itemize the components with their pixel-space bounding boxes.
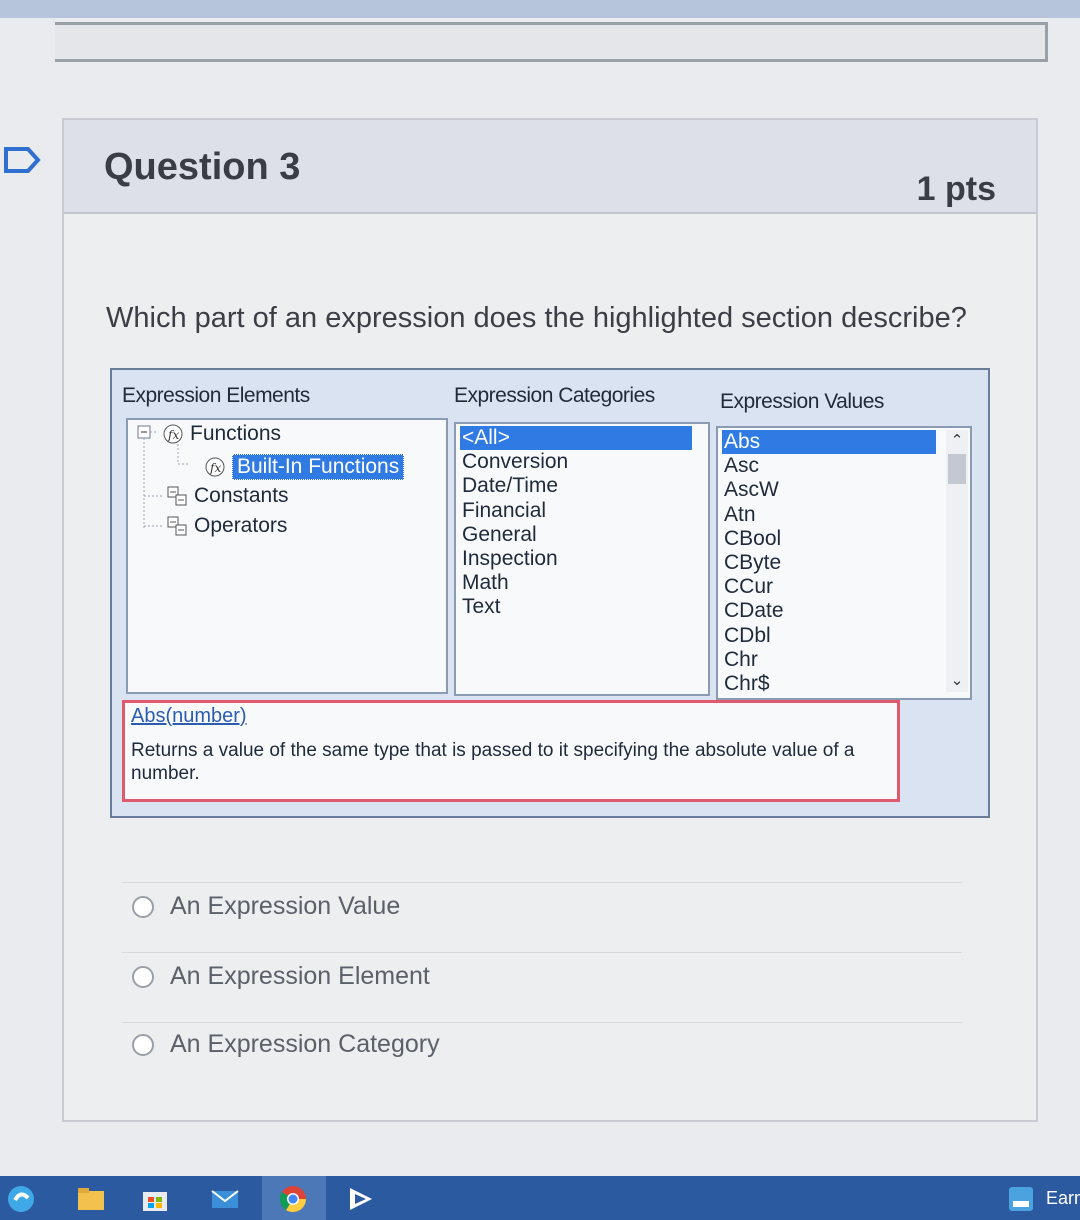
edge-icon[interactable] [6,1184,36,1214]
mail-icon[interactable] [210,1184,240,1214]
file-explorer-icon[interactable] [76,1184,106,1214]
category-item[interactable]: Math [460,571,692,595]
tree-node-icon [167,486,187,506]
radio-button[interactable] [132,895,154,918]
expression-categories-label: Expression Categories [454,384,655,407]
bookmark-flag-icon[interactable] [2,146,42,174]
answer-option-expression-value[interactable]: An Expression Value [132,892,400,921]
tree-item-label-selected: Built-In Functions [232,454,405,480]
value-item[interactable]: Atn [722,503,936,527]
value-item[interactable]: AscW [722,478,936,502]
radio-button[interactable] [132,965,154,988]
chevron-up-icon[interactable]: ⌃ [946,430,968,452]
value-item[interactable]: CCur [722,575,936,599]
function-description: Returns a value of the same type that is… [131,740,855,784]
category-item[interactable]: General [460,523,692,547]
category-item[interactable]: Conversion [460,450,692,474]
taskbar: Earn [0,1176,1080,1220]
value-item[interactable]: CByte [722,551,936,575]
scrollbar-thumb[interactable] [948,454,966,484]
tree-item-built-in-functions[interactable]: fx Built-In Functions [204,454,405,480]
store-icon[interactable] [140,1184,170,1214]
highlighted-description: Abs(number) Returns a value of the same … [122,700,900,802]
divider [122,952,962,953]
tree-item-functions[interactable]: fx Functions [162,422,281,446]
values-scrollbar[interactable]: ⌃ ⌄ [946,430,968,692]
value-item-abs[interactable]: Abs [722,430,936,455]
value-item[interactable]: Chr$ [722,672,936,696]
question-card: Question 3 1 pts Which part of an expres… [62,118,1038,1122]
tree-item-operators[interactable]: Operators [166,514,287,538]
divider [122,882,962,883]
value-item[interactable]: CDbl [722,624,936,648]
browser-top-strip [0,0,1080,18]
expression-builder-image: Expression Elements Expression Categorie… [110,368,990,818]
expression-elements-pane: fx Functions fx Built-In Functions Const… [126,418,448,694]
answer-label: An Expression Value [170,892,401,920]
question-header: Question 3 1 pts [64,120,1036,214]
value-item[interactable]: Asc [722,454,936,478]
taskbar-tray-text: Earn [1046,1188,1080,1208]
page-top-bar [55,22,1048,62]
expression-values-label: Expression Values [720,390,884,413]
category-item[interactable]: Financial [460,499,692,523]
svg-text:fx: fx [167,428,179,442]
value-item[interactable]: Chr [722,648,936,672]
question-points: 1 pts [916,170,996,208]
answer-option-expression-element[interactable]: An Expression Element [132,962,430,991]
function-syntax-link[interactable]: Abs(number) [131,705,247,728]
notification-app-icon[interactable] [1006,1184,1036,1214]
category-item[interactable]: Date/Time [460,474,692,498]
tree-item-constants[interactable]: Constants [166,484,289,508]
value-item[interactable]: CDate [722,599,936,623]
tree-node-icon [167,516,187,536]
function-icon: fx [163,424,183,444]
category-item-all[interactable]: <All> [460,426,692,451]
tree-item-label: Constants [194,484,289,507]
value-item[interactable]: CBool [722,527,936,551]
radio-button[interactable] [132,1033,154,1056]
expression-elements-label: Expression Elements [122,384,310,407]
divider [122,1022,962,1023]
tree-item-label: Functions [190,422,282,445]
expression-categories-pane: <All> Conversion Date/Time Financial Gen… [454,422,710,696]
question-text: Which part of an expression does the hig… [106,302,967,334]
tree-item-label: Operators [194,514,288,537]
answer-label: An Expression Category [170,1030,440,1058]
function-icon: fx [205,457,225,477]
svg-text:fx: fx [209,461,221,475]
chevron-down-icon[interactable]: ⌄ [946,670,968,692]
answer-label: An Expression Element [170,962,430,990]
category-item[interactable]: Text [460,595,692,619]
category-item[interactable]: Inspection [460,547,692,571]
question-title: Question 3 [104,146,301,188]
chrome-icon[interactable] [278,1184,308,1214]
app-icon[interactable] [346,1184,376,1214]
answer-option-expression-category[interactable]: An Expression Category [132,1030,440,1059]
expression-values-pane: Abs Asc AscW Atn CBool CByte CCur CDate … [716,426,972,700]
